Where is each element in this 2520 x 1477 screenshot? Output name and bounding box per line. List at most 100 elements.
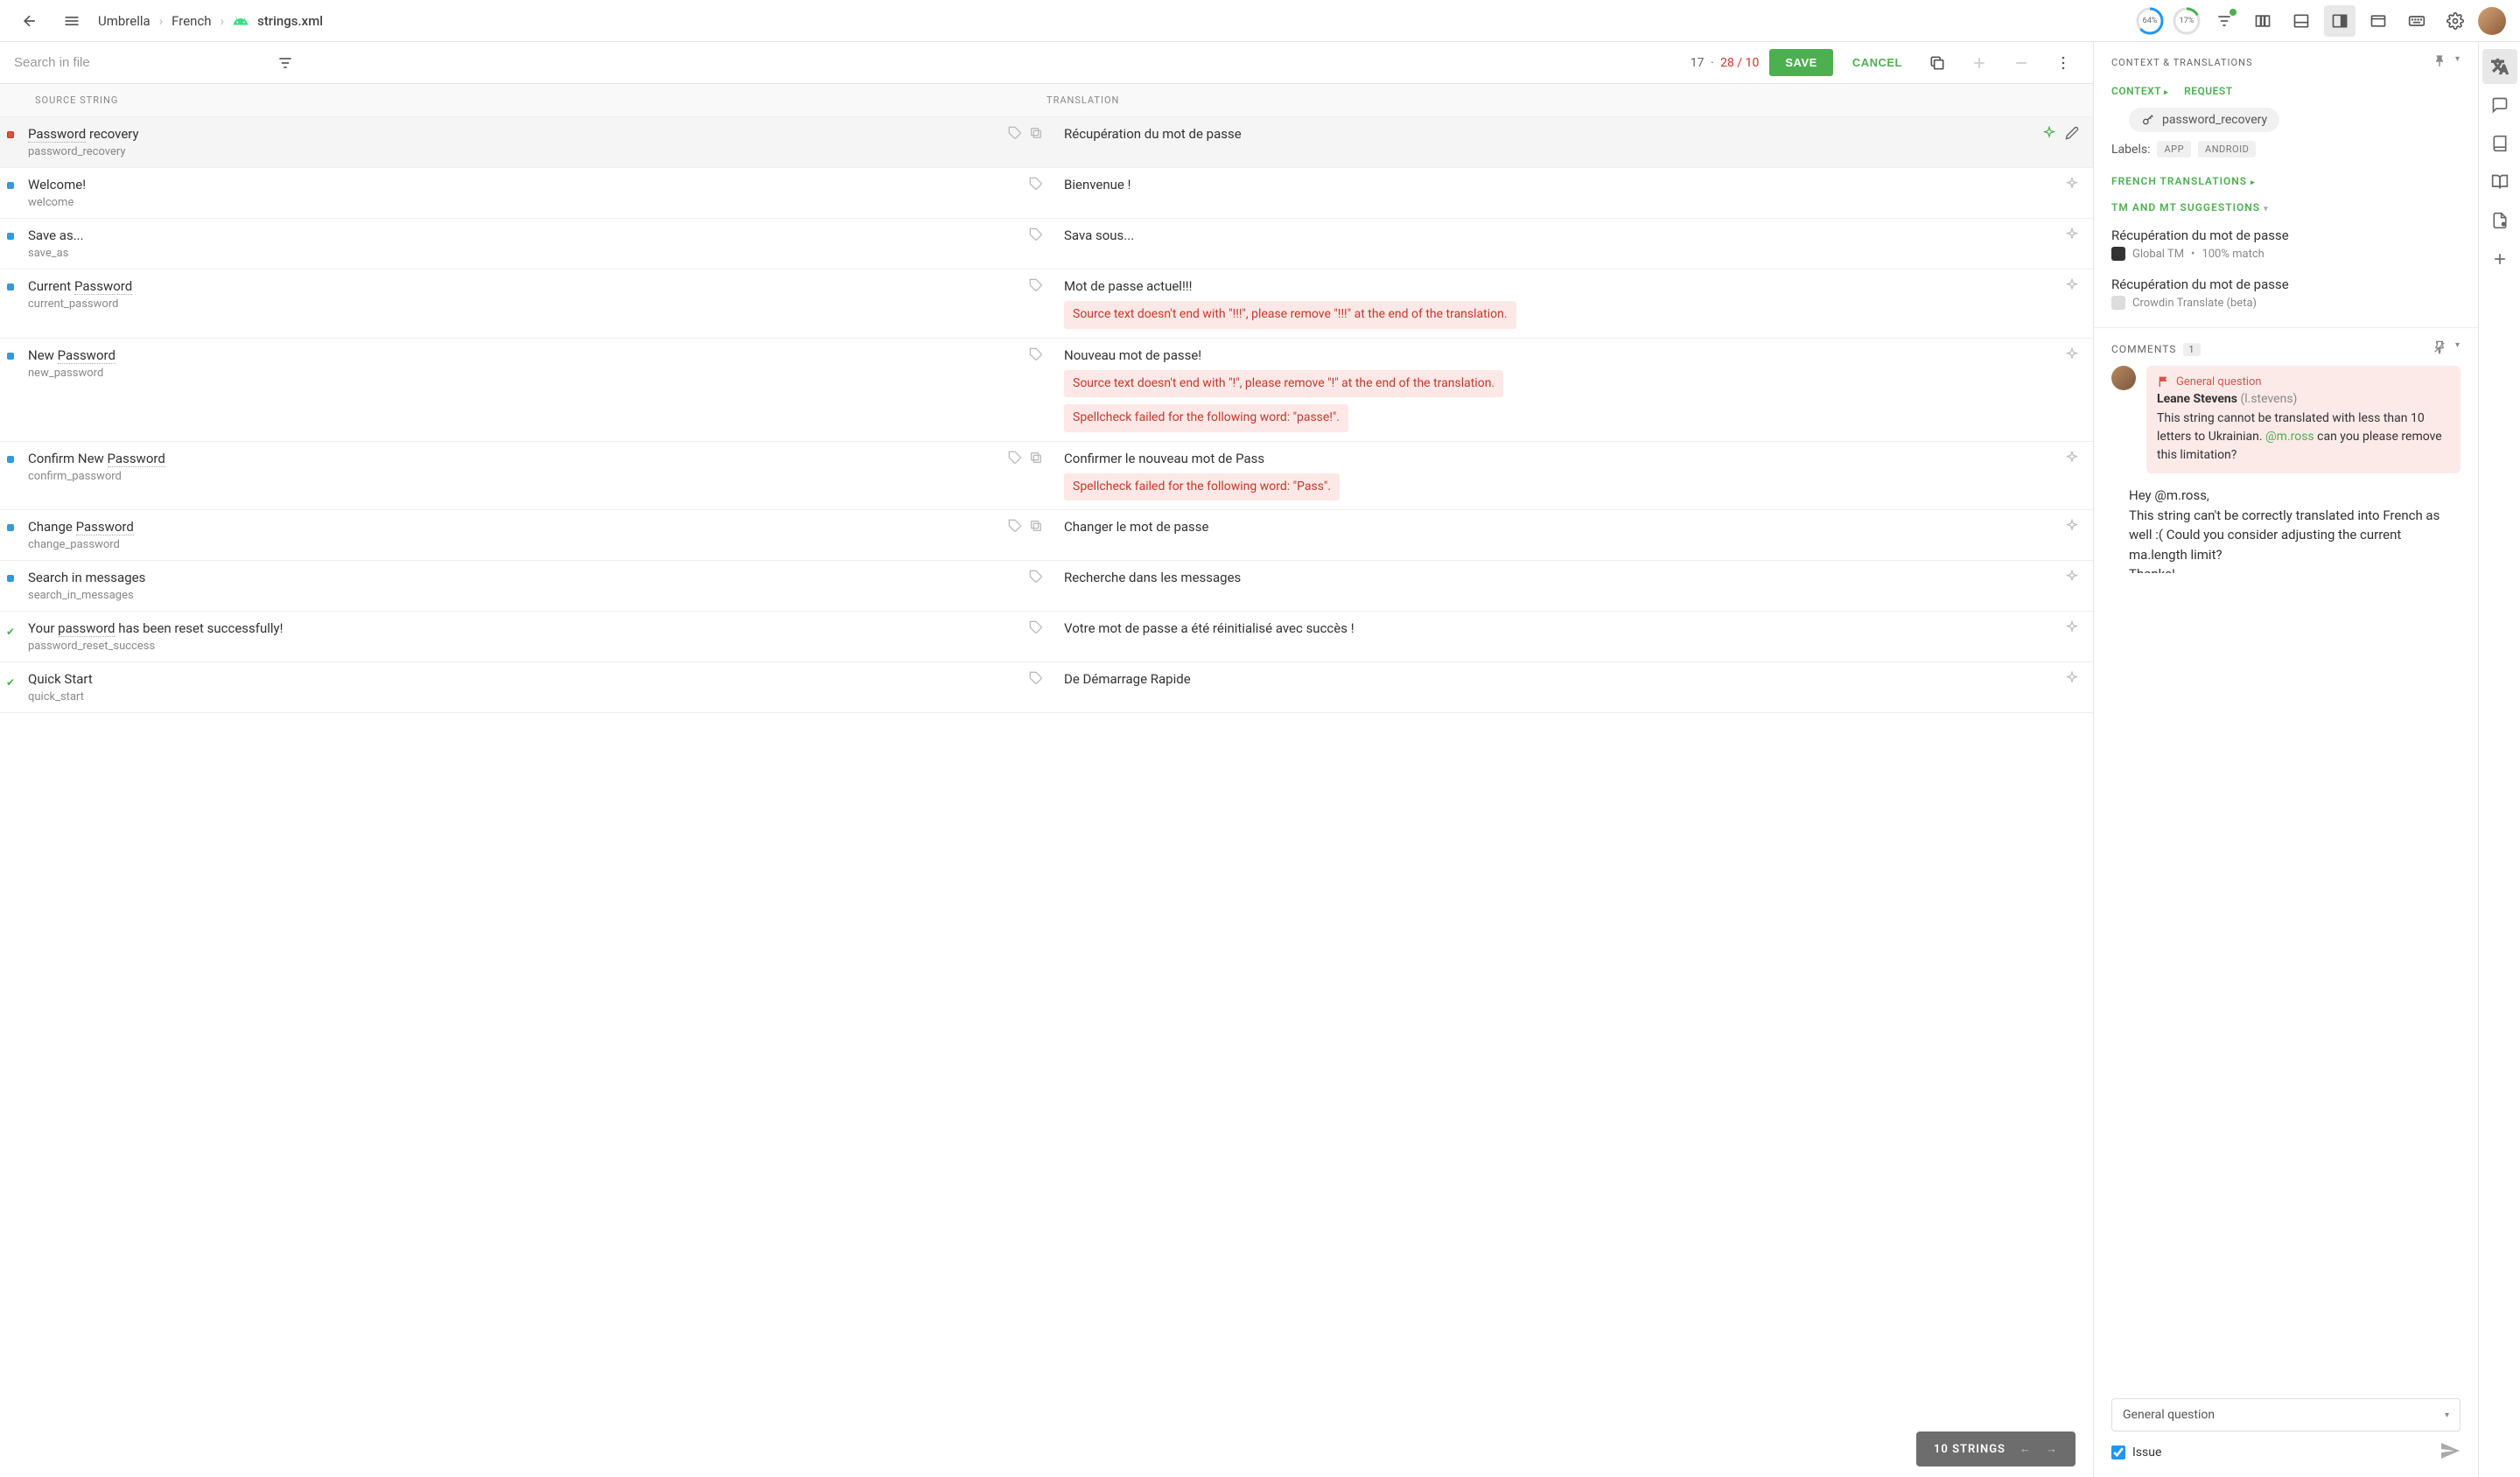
translation-text[interactable]: Confirmer le nouveau mot de Pass: [1064, 451, 2079, 466]
tag-icon[interactable]: [1029, 278, 1043, 296]
suggestion-item[interactable]: Récupération du mot de passe Crowdin Tra…: [2094, 270, 2478, 318]
menu-button[interactable]: [56, 5, 88, 37]
window-icon-button[interactable]: [2362, 5, 2394, 37]
translation-text[interactable]: Bienvenue !: [1064, 177, 2079, 192]
plus-button[interactable]: [1964, 47, 1995, 79]
tag-icon[interactable]: [1029, 347, 1043, 365]
progress-ring-2[interactable]: 17%: [2172, 6, 2202, 36]
duplicate-icon[interactable]: [1029, 451, 1043, 468]
progress-ring-1[interactable]: 64%: [2135, 6, 2165, 36]
table-row[interactable]: Save as...save_asSava sous...: [0, 219, 2093, 270]
table-row[interactable]: Welcome!welcomeBienvenue !: [0, 168, 2093, 219]
warning-message: Spellcheck failed for the following word…: [1064, 404, 1348, 432]
filter-button[interactable]: [270, 47, 301, 79]
auto-icon[interactable]: [2065, 519, 2079, 536]
tm-tab[interactable]: [2482, 164, 2517, 200]
tag-icon[interactable]: [1008, 126, 1022, 144]
auto-icon[interactable]: [2065, 570, 2079, 587]
label-chip[interactable]: ANDROID: [2198, 141, 2256, 158]
glossary-tab[interactable]: [2482, 126, 2517, 161]
tag-icon[interactable]: [1029, 228, 1043, 245]
unpin-icon[interactable]: [2432, 340, 2446, 357]
table-row[interactable]: ✔Quick Startquick_startDe Démarrage Rapi…: [0, 662, 2093, 713]
auto-icon[interactable]: [2065, 620, 2079, 638]
source-key: confirm_password: [28, 470, 1043, 483]
back-button[interactable]: [14, 5, 46, 37]
copy-icon-button[interactable]: [1922, 47, 1953, 79]
file-tab[interactable]: [2482, 203, 2517, 238]
mention[interactable]: @m.ross: [2265, 430, 2314, 444]
table-row[interactable]: Confirm New Password confirm_password Conf…: [0, 442, 2093, 511]
auto-icon[interactable]: [2065, 228, 2079, 245]
table-row[interactable]: Search in messagessearch_in_messagesRech…: [0, 561, 2093, 612]
keyboard-icon-button[interactable]: [2401, 5, 2432, 37]
comment-input[interactable]: [2129, 486, 2443, 573]
table-row[interactable]: Change Passwordchange_passwordChanger le…: [0, 510, 2093, 561]
edit-icon[interactable]: [2065, 126, 2079, 144]
table-row[interactable]: New Passwordnew_passwordNouveau mot de p…: [0, 339, 2093, 442]
tag-icon[interactable]: [1029, 671, 1043, 689]
section-french[interactable]: FRENCH TRANSLATIONS▸: [2094, 168, 2478, 194]
translation-text[interactable]: De Démarrage Rapide: [1064, 671, 2079, 687]
chevron-down-icon[interactable]: ▾: [2455, 340, 2460, 357]
minus-button[interactable]: [2006, 47, 2037, 79]
breadcrumb-language[interactable]: French: [172, 13, 211, 29]
settings-icon-button[interactable]: [2440, 5, 2471, 37]
issue-checkbox[interactable]: [2111, 1446, 2125, 1460]
next-arrow[interactable]: →: [2046, 1442, 2058, 1456]
auto-icon[interactable]: [2065, 347, 2079, 365]
issue-checkbox-label[interactable]: Issue: [2111, 1446, 2161, 1460]
translation-text[interactable]: Récupération du mot de passe: [1064, 126, 2079, 142]
cancel-button[interactable]: CANCEL: [1844, 49, 1911, 76]
search-input[interactable]: [14, 55, 259, 70]
panel-right-icon-button[interactable]: [2324, 5, 2356, 37]
breadcrumb-file[interactable]: strings.xml: [257, 13, 323, 29]
tag-icon[interactable]: [1029, 177, 1043, 194]
translation-text[interactable]: Mot de passe actuel!!!: [1064, 278, 2079, 294]
translation-text[interactable]: Sava sous...: [1064, 228, 2079, 243]
breadcrumb-project[interactable]: Umbrella: [98, 13, 150, 29]
tag-icon[interactable]: [1008, 451, 1022, 468]
auto-icon[interactable]: [2042, 126, 2056, 144]
save-button[interactable]: SAVE: [1769, 49, 1832, 76]
chevron-right-icon: ›: [220, 13, 225, 29]
table-row[interactable]: ✔Your password has been reset successful…: [0, 612, 2093, 662]
duplicate-icon[interactable]: [1029, 519, 1043, 536]
translate-tab[interactable]: [2482, 49, 2517, 84]
auto-icon[interactable]: [2065, 278, 2079, 296]
tag-icon[interactable]: [1029, 620, 1043, 638]
source-text: Confirm New Password: [28, 451, 1043, 466]
translation-text[interactable]: Recherche dans les messages: [1064, 570, 2079, 585]
chevron-down-icon[interactable]: ▾: [2455, 54, 2460, 71]
send-button[interactable]: [2440, 1440, 2460, 1465]
tab-request[interactable]: REQUEST: [2184, 85, 2233, 97]
table-row[interactable]: Password recoverypassword_recoveryRécupé…: [0, 117, 2093, 168]
context-key-chip[interactable]: password_recovery: [2129, 108, 2279, 132]
table-row[interactable]: Current Passwordcurrent_passwordMot de p…: [0, 270, 2093, 339]
translation-text[interactable]: Changer le mot de passe: [1064, 519, 2079, 535]
auto-icon[interactable]: [2065, 177, 2079, 194]
prev-arrow[interactable]: ←: [2020, 1442, 2032, 1456]
tag-icon[interactable]: [1008, 519, 1022, 536]
comments-tab[interactable]: [2482, 88, 2517, 122]
duplicate-icon[interactable]: [1029, 126, 1043, 144]
more-button[interactable]: [2048, 47, 2079, 79]
pin-icon[interactable]: [2432, 54, 2446, 71]
filter-icon-button[interactable]: [2208, 5, 2240, 37]
suggestion-item[interactable]: Récupération du mot de passe Global TM •…: [2094, 220, 2478, 270]
columns-icon-button[interactable]: [2247, 5, 2278, 37]
section-tm[interactable]: TM AND MT SUGGESTIONS▾: [2094, 194, 2478, 220]
auto-icon[interactable]: [2065, 671, 2079, 689]
label-chip[interactable]: APP: [2157, 141, 2191, 158]
add-tab[interactable]: [2482, 242, 2517, 276]
translation-text[interactable]: Nouveau mot de passe!: [1064, 347, 2079, 363]
tag-icon[interactable]: [1029, 570, 1043, 587]
issue-type-select[interactable]: General question ▾: [2111, 1398, 2460, 1432]
panel-bottom-icon-button[interactable]: [2286, 5, 2317, 37]
tab-context[interactable]: CONTEXT▸: [2111, 85, 2168, 97]
comment-avatar[interactable]: [2111, 366, 2136, 390]
auto-icon[interactable]: [2065, 451, 2079, 468]
source-key: password_reset_success: [28, 640, 1043, 653]
user-avatar[interactable]: [2478, 7, 2506, 35]
translation-text[interactable]: Votre mot de passe a été réinitialisé av…: [1064, 620, 2079, 636]
